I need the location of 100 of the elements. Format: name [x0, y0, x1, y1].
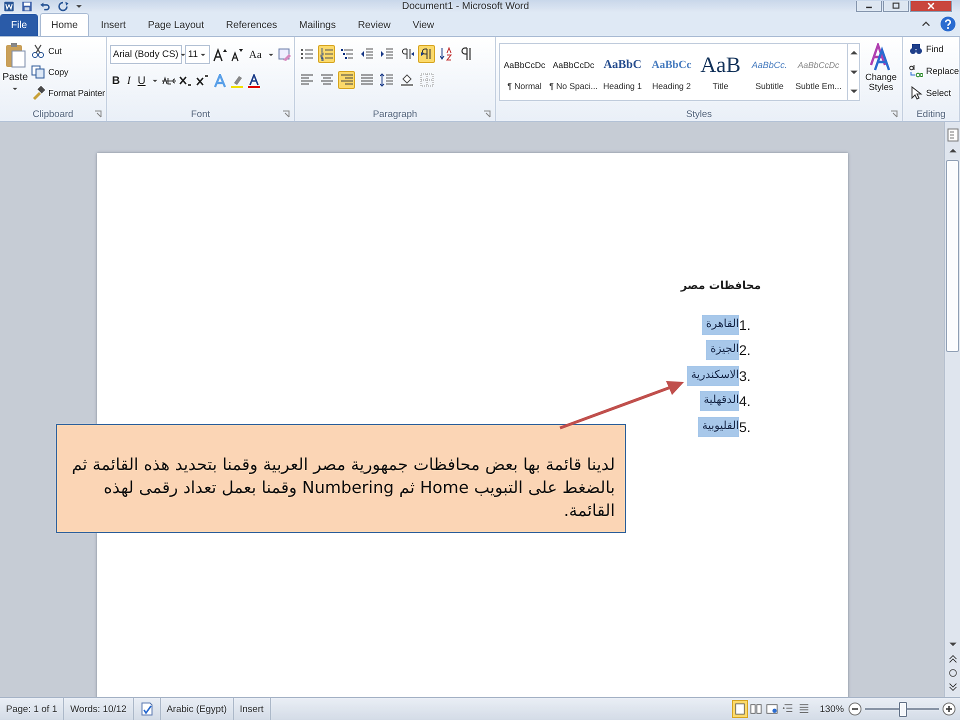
- decrease-indent-icon: [360, 47, 374, 61]
- grow-font-icon[interactable]: [212, 48, 227, 62]
- list-number: 1.: [739, 316, 752, 333]
- center-icon: [320, 73, 334, 87]
- copy-button[interactable]: Copy: [31, 63, 105, 81]
- align-left-icon: [300, 73, 314, 87]
- replace-button[interactable]: Replace: [909, 62, 957, 80]
- browse-object-icon[interactable]: [946, 667, 958, 679]
- font-name-field[interactable]: Arial (Body CS): [110, 45, 182, 64]
- style-item[interactable]: AaBbCcDc Subtle Em...: [794, 44, 843, 100]
- scrollbar-thumb[interactable]: [946, 160, 959, 352]
- align-right-icon: [340, 73, 354, 87]
- document-heading: محافظات مصر: [680, 279, 761, 292]
- ribbon-tab[interactable]: Home: [40, 13, 89, 36]
- status-text: Page: 1 of 1: [0, 698, 64, 720]
- callout-box: لدينا قائمة بها بعض محافظات جمهورية مصر العربية وقمنا بتحديد هذه القائمة ثم بالضغط على التبويب Home ثم Numbering وقمنا بعمل تعداد رقمى لهذه القائمة.: [56, 424, 626, 534]
- group-label: Font: [190, 108, 210, 120]
- zoom-in-icon[interactable]: [942, 702, 956, 716]
- web-layout-icon: [766, 703, 778, 715]
- style-item[interactable]: AaBbCc Heading 2: [647, 44, 696, 100]
- reading-layout-icon: [750, 703, 762, 715]
- previous-page-icon[interactable]: [946, 653, 958, 665]
- list-item: الجيزة: [706, 340, 739, 360]
- redo-icon[interactable]: [56, 0, 70, 12]
- ruler-icon[interactable]: [946, 128, 960, 142]
- ribbon-tab[interactable]: Mailings: [289, 14, 346, 36]
- ribbon-tab[interactable]: Insert: [90, 14, 136, 36]
- style-item[interactable]: AaBbCcDc ¶ No Spaci...: [549, 44, 598, 100]
- numbering-icon: [320, 47, 334, 61]
- zoom-out-icon[interactable]: [848, 702, 862, 716]
- format-painter-button[interactable]: Format Painter: [31, 84, 105, 102]
- outline-layout-icon: [782, 703, 794, 715]
- group-label: Clipboard: [32, 108, 74, 120]
- underline-button[interactable]: U: [136, 72, 148, 89]
- line-spacing-icon: [380, 73, 394, 87]
- sort-button[interactable]: [438, 45, 455, 63]
- print-view-button[interactable]: [732, 700, 748, 718]
- ribbon-tab[interactable]: Review: [348, 14, 401, 36]
- select-button[interactable]: Select: [909, 84, 957, 102]
- line-spacing-button[interactable]: [378, 71, 395, 89]
- status-text: Arabic (Egypt): [160, 698, 234, 720]
- style-item[interactable]: AaBbC Heading 1: [598, 44, 647, 100]
- status-text: Insert: [234, 698, 271, 720]
- shading-icon: [400, 73, 414, 87]
- scissors-icon: [31, 44, 46, 58]
- superscript-icon[interactable]: [196, 74, 210, 88]
- save-icon[interactable]: [20, 0, 34, 12]
- clear-formatting-icon[interactable]: [278, 48, 292, 62]
- zoom-slider-thumb[interactable]: [899, 702, 907, 717]
- multilevel-list-icon: [340, 47, 354, 61]
- font-size-field[interactable]: 11: [185, 45, 210, 64]
- word-app-icon[interactable]: [2, 0, 16, 12]
- maximize-button[interactable]: [883, 0, 909, 12]
- numbering-button[interactable]: [318, 45, 335, 63]
- letter-a-icon: [869, 43, 893, 71]
- dialog-launcher-icon[interactable]: [282, 110, 290, 118]
- help-icon[interactable]: [940, 16, 956, 32]
- print-layout-icon: [734, 703, 746, 715]
- proofing-icon[interactable]: [140, 702, 154, 716]
- bullets-icon: [300, 47, 314, 61]
- dialog-launcher-icon[interactable]: [890, 110, 898, 118]
- style-item[interactable]: AaB Title: [696, 44, 745, 100]
- zoom-level[interactable]: 130%: [812, 704, 848, 714]
- style-item[interactable]: AaBbCc. Subtitle: [745, 44, 794, 100]
- cursor-icon: [909, 86, 923, 100]
- ribbon-tab[interactable]: View: [402, 14, 444, 36]
- list-number: 3.: [739, 368, 752, 384]
- next-page-icon[interactable]: [946, 681, 958, 693]
- close-icon: [925, 0, 937, 10]
- borders-icon: [420, 73, 434, 87]
- right-to-left-button[interactable]: [418, 45, 435, 63]
- close-button[interactable]: [910, 0, 952, 12]
- minimize-button[interactable]: [856, 0, 882, 12]
- brush-icon: [31, 86, 46, 100]
- copy-icon: [31, 65, 46, 79]
- increase-indent-icon: [380, 47, 394, 61]
- file-tab[interactable]: File: [0, 14, 38, 36]
- list-number: 4.: [739, 393, 752, 410]
- change-case-button[interactable]: Aa: [246, 46, 264, 63]
- paste-button[interactable]: Paste: [2, 40, 28, 107]
- italic-button[interactable]: I: [124, 72, 133, 89]
- maximize-icon: [890, 0, 902, 10]
- shrink-font-icon[interactable]: [230, 48, 244, 62]
- paragraph-mark-icon: [460, 47, 474, 61]
- list-item: القاهرة: [702, 314, 739, 335]
- cut-button[interactable]: Cut: [31, 42, 105, 60]
- find-button[interactable]: Find: [909, 40, 957, 58]
- ribbon-tab[interactable]: Page Layout: [138, 14, 214, 36]
- font-color-icon[interactable]: [246, 74, 261, 88]
- dialog-launcher-icon[interactable]: [94, 110, 102, 118]
- style-item[interactable]: AaBbCcDc ¶ Normal: [500, 44, 549, 100]
- left-to-right-icon: [400, 47, 414, 61]
- change-styles-button[interactable]: Change Styles: [864, 43, 898, 105]
- bold-button[interactable]: B: [110, 72, 122, 89]
- subscript-icon[interactable]: [178, 74, 193, 88]
- dialog-launcher-icon[interactable]: [483, 110, 491, 118]
- clipboard-icon: [3, 42, 28, 70]
- undo-icon[interactable]: [38, 0, 52, 12]
- ribbon-tab[interactable]: References: [216, 14, 288, 36]
- align-right-button[interactable]: [338, 71, 355, 89]
